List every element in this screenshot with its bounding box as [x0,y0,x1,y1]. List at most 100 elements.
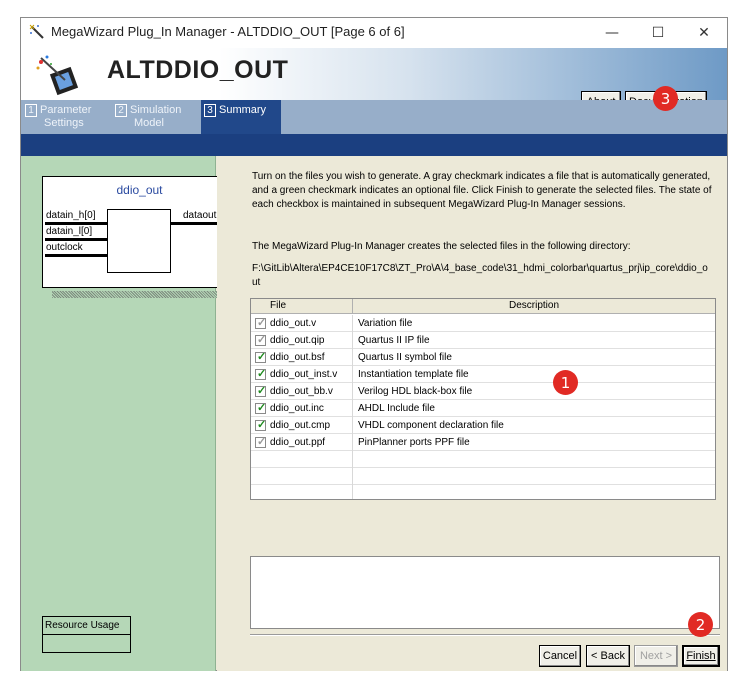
port-line [45,238,107,241]
magic-wand-icon [29,24,44,39]
summary-pane: Turn on the files you wish to generate. … [217,156,727,671]
file-description: AHDL Include file [358,403,435,414]
file-name: ddio_out.ppf [270,437,326,448]
file-name: ddio_out.cmp [270,420,331,431]
empty-row [251,485,715,499]
resource-usage-label: Resource Usage [43,617,130,635]
port-line [45,222,107,225]
empty-cell [251,468,353,485]
port-datain-h: datain_h[0] [46,210,96,221]
cancel-label: Cancel [542,650,578,662]
next-button[interactable]: Next > [634,645,678,667]
empty-cell [251,485,353,499]
maximize-button[interactable]: ☐ [635,18,681,48]
back-label: < Back [591,650,625,662]
title-bar: MegaWizard Plug_In Manager - ALTDDIO_OUT… [21,18,727,48]
diagram-block [107,209,171,273]
checkmark-icon: ✓ [257,436,267,448]
back-button[interactable]: < Back [586,645,630,667]
tab-label: Parameter [40,104,92,116]
file-list-table: File Description ✓ ddio_out.v Variation … [250,298,716,500]
table-row: ✓ ddio_out.qip Quartus II IP file [251,332,715,349]
file-description: Variation file [358,318,413,329]
table-row: ✓ ddio_out_bb.v Verilog HDL black-box fi… [251,383,715,400]
tab-label-line2: Model [134,117,164,129]
port-outclock: outclock [46,242,83,253]
table-row: ✓ ddio_out.cmp VHDL component declaratio… [251,417,715,434]
tab-number: 2 [115,104,127,117]
minimize-button[interactable]: — [589,18,635,48]
tab-label-line2: Settings [44,117,84,129]
file-name: ddio_out_inst.v [270,369,338,380]
file-name: ddio_out.v [270,318,317,329]
window-title: MegaWizard Plug_In Manager - ALTDDIO_OUT… [51,24,405,39]
table-row: ✓ ddio_out.bsf Quartus II symbol file [251,349,715,366]
table-row: ✓ ddio_out.ppf PinPlanner ports PPF file [251,434,715,451]
file-checkbox[interactable]: ✓ [255,317,267,329]
file-name: ddio_out.qip [270,335,325,346]
diagram-title: ddio_out [116,183,163,197]
symbol-pane: ddio_out datain_h[0] datain_l[0] outcloc… [21,156,245,671]
megawizard-logo-icon [36,55,79,96]
instructions-text: Turn on the files you wish to generate. … [252,171,712,210]
tab-simulation-model[interactable]: 2 Simulation Model [115,100,199,134]
file-description: Quartus II symbol file [358,352,452,363]
checkmark-icon: ✓ [257,402,267,414]
file-checkbox[interactable]: ✓ [255,402,267,414]
file-cell: ✓ ddio_out.cmp [251,417,353,434]
file-description: Verilog HDL black-box file [358,386,473,397]
file-cell: ✓ ddio_out.inc [251,400,353,417]
header-band [21,134,727,156]
checkmark-icon: ✓ [257,317,267,329]
tab-parameter-settings[interactable]: 1 Parameter Settings [25,100,111,134]
finish-label: Finish [686,650,716,662]
file-cell: ✓ ddio_out.v [251,315,353,332]
tab-number: 3 [204,104,216,117]
file-cell: ✓ ddio_out.qip [251,332,353,349]
resource-usage-box: Resource Usage [42,616,131,653]
file-checkbox[interactable]: ✓ [255,368,267,380]
file-description: Quartus II IP file [358,335,430,346]
annotation-badge-3: 3 [653,86,678,111]
checkmark-icon: ✓ [257,419,267,431]
file-description: PinPlanner ports PPF file [358,437,470,448]
output-directory-path: F:\GitLib\Altera\EP4CE10F17C8\ZT_Pro\A\4… [252,263,708,288]
file-checkbox[interactable]: ✓ [255,419,267,431]
wizard-tabs: 1 Parameter Settings 2 Simulation Model 3S… [21,100,727,134]
file-description: VHDL component declaration file [358,420,504,431]
checkmark-icon: ✓ [257,385,267,397]
annotation-badge-2: 2 [688,612,713,637]
next-label: Next > [639,650,673,662]
file-cell: ✓ ddio_out_bb.v [251,383,353,400]
file-cell: ✓ ddio_out.ppf [251,434,353,451]
finish-button[interactable]: Finish [682,645,720,667]
file-name: ddio_out.bsf [270,352,325,363]
checkmark-icon: ✓ [257,334,267,346]
file-checkbox[interactable]: ✓ [255,436,267,448]
checkmark-icon: ✓ [257,351,267,363]
column-header-description[interactable]: Description [353,299,715,314]
directory-note: The MegaWizard Plug-In Manager creates t… [252,241,631,252]
file-checkbox[interactable]: ✓ [255,385,267,397]
message-box [250,556,720,629]
close-button[interactable]: ✕ [681,18,727,48]
empty-row [251,468,715,485]
file-cell: ✓ ddio_out_inst.v [251,366,353,383]
checkmark-icon: ✓ [257,368,267,380]
empty-cell [251,451,353,468]
symbol-diagram: ddio_out datain_h[0] datain_l[0] outcloc… [42,176,235,288]
tab-summary[interactable]: 3 Summary [201,100,281,134]
table-row: ✓ ddio_out.inc AHDL Include file [251,400,715,417]
tab-label: Simulation [130,104,182,116]
file-description: Instantiation template file [358,369,469,380]
empty-row [251,451,715,468]
port-datain-l: datain_l[0] [46,226,93,237]
page-title: ALTDDIO_OUT [107,56,289,84]
annotation-badge-1: 1 [553,370,578,395]
tab-label: Summary [219,104,267,116]
cancel-button[interactable]: Cancel [539,645,581,667]
file-checkbox[interactable]: ✓ [255,351,267,363]
port-line [45,254,107,257]
file-checkbox[interactable]: ✓ [255,334,267,346]
column-header-file[interactable]: File [251,299,353,314]
